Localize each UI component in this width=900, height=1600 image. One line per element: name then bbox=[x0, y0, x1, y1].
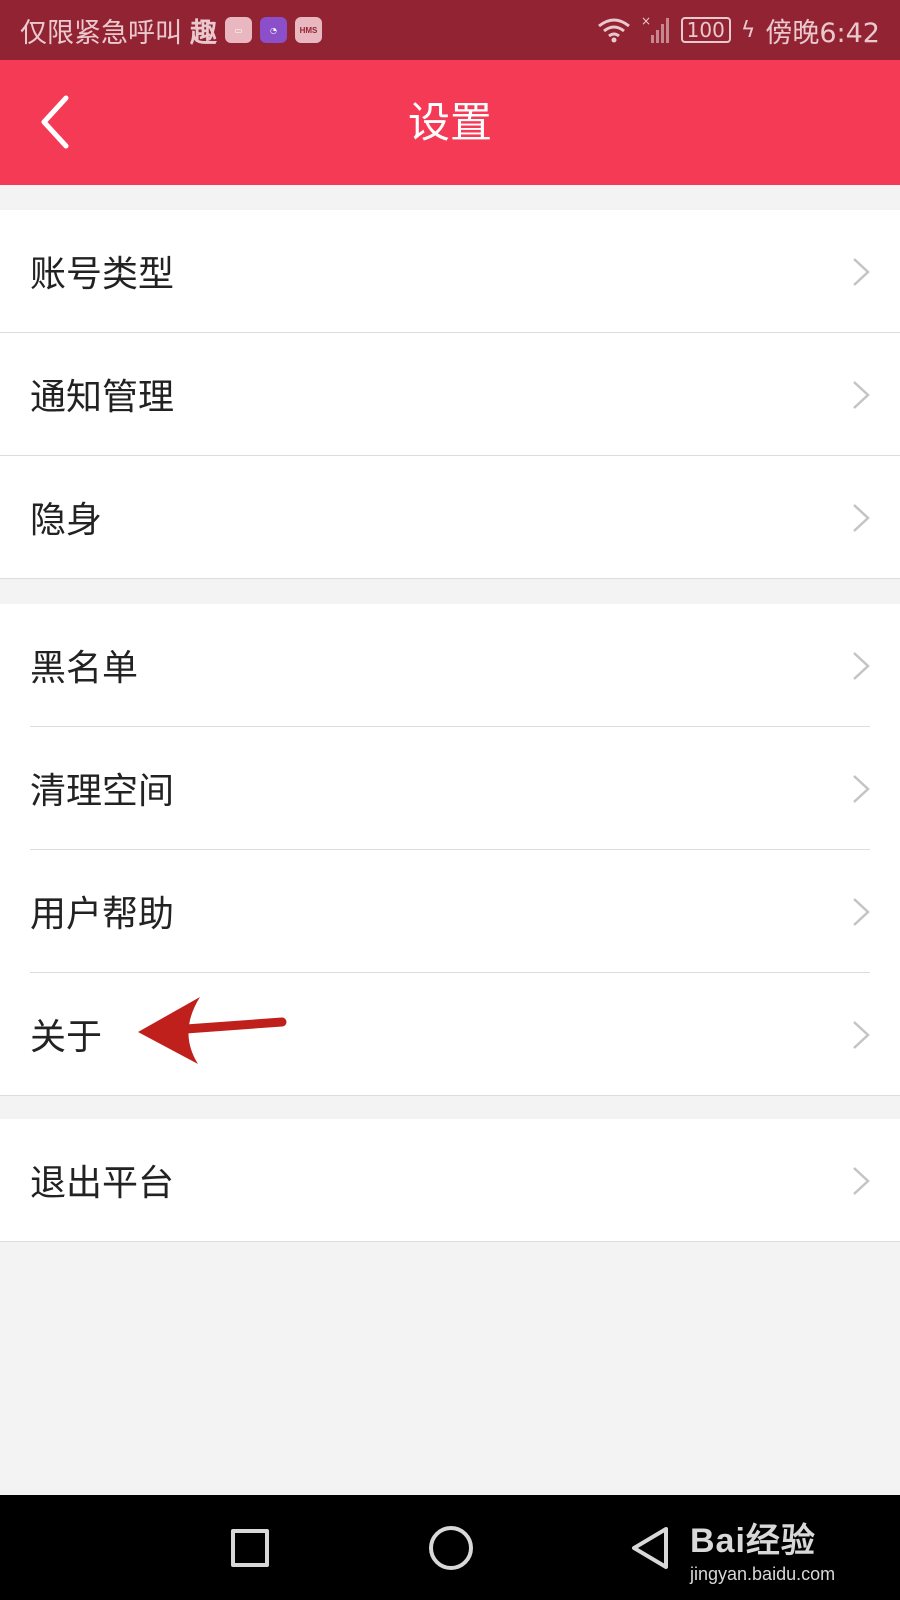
baidu-jingyan-watermark: Bai经验 jingyan.baidu.com bbox=[690, 1513, 835, 1585]
chevron-left-icon bbox=[41, 95, 69, 149]
page-title: 设置 bbox=[407, 98, 492, 147]
settings-item-label: 黑名单 bbox=[30, 648, 139, 689]
status-right: × 100 ϟ 傍晚6:42 bbox=[597, 11, 880, 50]
chevron-right-icon bbox=[853, 258, 870, 286]
signal-icon: × bbox=[641, 15, 669, 43]
settings-item-label: 清理空间 bbox=[30, 771, 175, 812]
settings-item-label: 关于 bbox=[30, 1017, 103, 1058]
chevron-right-icon bbox=[853, 381, 870, 409]
app-header: 设置 bbox=[0, 60, 900, 185]
system-nav-bar: Bai经验 jingyan.baidu.com bbox=[0, 1495, 900, 1600]
divider bbox=[0, 578, 900, 579]
chevron-right-icon bbox=[853, 1021, 870, 1049]
settings-item-user-help[interactable]: 用户帮助 bbox=[0, 850, 900, 972]
clock-app-icon: ◔ bbox=[260, 17, 287, 43]
carrier-text: 仅限紧急呼叫 bbox=[20, 17, 182, 49]
recent-apps-button[interactable] bbox=[231, 1529, 269, 1567]
settings-item-label: 隐身 bbox=[30, 500, 103, 541]
settings-item-blacklist[interactable]: 黑名单 bbox=[0, 604, 900, 726]
status-left: 仅限紧急呼叫 趣 ▭ ◔ HMS bbox=[20, 11, 322, 50]
wifi-icon bbox=[597, 18, 630, 43]
settings-item-label: 通知管理 bbox=[30, 377, 175, 418]
settings-group-account: 账号类型 通知管理 隐身 bbox=[0, 210, 900, 579]
annotation-arrow-icon bbox=[138, 997, 287, 1064]
battery-indicator: 100 bbox=[680, 17, 731, 43]
charging-icon: ϟ bbox=[740, 17, 756, 43]
settings-item-clear-space[interactable]: 清理空间 bbox=[0, 727, 900, 849]
settings-item-account-type[interactable]: 账号类型 bbox=[0, 210, 900, 332]
message-app-icon: ▭ bbox=[225, 17, 252, 43]
settings-item-notifications[interactable]: 通知管理 bbox=[0, 333, 900, 455]
settings-item-logout[interactable]: 退出平台 bbox=[0, 1119, 900, 1241]
chevron-right-icon bbox=[853, 775, 870, 803]
watermark-url: jingyan.baidu.com bbox=[690, 1564, 836, 1584]
settings-item-invisible[interactable]: 隐身 bbox=[0, 456, 900, 578]
chevron-right-icon bbox=[853, 1167, 870, 1195]
divider bbox=[0, 1095, 900, 1096]
watermark-brand: Bai经验 bbox=[690, 1522, 816, 1560]
app-badge: 趣 bbox=[190, 17, 217, 49]
chevron-right-icon bbox=[853, 504, 870, 532]
status-bar: 仅限紧急呼叫 趣 ▭ ◔ HMS × 100 ϟ 傍晚6:42 bbox=[0, 0, 900, 60]
settings-item-label: 用户帮助 bbox=[30, 894, 175, 935]
status-time: 傍晚6:42 bbox=[765, 17, 880, 49]
chevron-right-icon bbox=[853, 652, 870, 680]
settings-item-label: 退出平台 bbox=[30, 1163, 175, 1204]
svg-text:×: × bbox=[641, 15, 651, 28]
home-button[interactable] bbox=[429, 1526, 473, 1570]
nav-back-button[interactable] bbox=[628, 1525, 672, 1571]
chevron-right-icon bbox=[853, 898, 870, 926]
back-button[interactable] bbox=[28, 90, 88, 155]
settings-item-label: 账号类型 bbox=[30, 254, 175, 295]
hms-app-icon: HMS bbox=[295, 17, 322, 43]
divider bbox=[0, 1241, 900, 1242]
settings-group-logout: 退出平台 bbox=[0, 1119, 900, 1242]
